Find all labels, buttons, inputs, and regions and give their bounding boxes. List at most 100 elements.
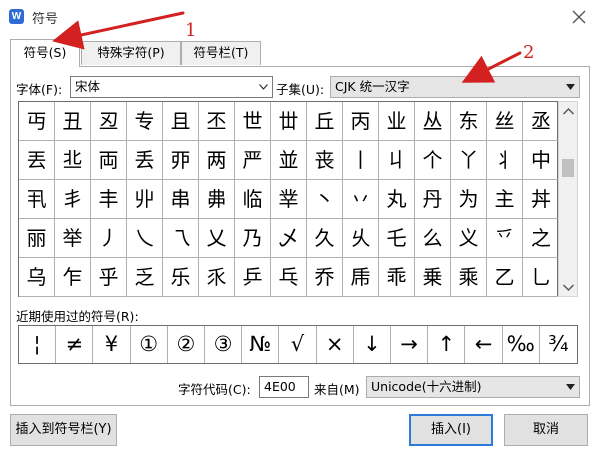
recent-symbol-cell[interactable]: ↑: [428, 326, 466, 363]
symbol-cell[interactable]: 丙: [343, 102, 379, 141]
tab-special-chars[interactable]: 特殊字符(P): [81, 41, 181, 65]
scrollbar-thumb[interactable]: [562, 159, 574, 177]
symbol-cell[interactable]: 丿: [91, 219, 127, 258]
symbol-cell[interactable]: 为: [451, 180, 487, 219]
symbol-cell[interactable]: 丯: [55, 180, 91, 219]
symbol-cell[interactable]: 乁: [163, 219, 199, 258]
scroll-down-icon[interactable]: [563, 284, 574, 291]
recent-symbol-cell[interactable]: №: [242, 326, 280, 363]
symbol-cell[interactable]: 丢: [127, 141, 163, 180]
symbol-cell[interactable]: 丱: [127, 180, 163, 219]
tab-symbol-bar[interactable]: 符号栏(T): [181, 41, 261, 65]
symbol-cell[interactable]: 乆: [343, 219, 379, 258]
recent-symbol-cell[interactable]: ≠: [56, 326, 94, 363]
close-button[interactable]: [568, 6, 590, 28]
symbol-cell[interactable]: 丸: [379, 180, 415, 219]
symbol-cell[interactable]: 丠: [55, 141, 91, 180]
symbol-cell[interactable]: 义: [451, 219, 487, 258]
symbol-cell[interactable]: 乏: [127, 258, 163, 297]
symbol-cell[interactable]: 丞: [523, 102, 559, 141]
recent-symbol-cell[interactable]: ¾: [540, 326, 577, 363]
symbol-cell[interactable]: 丶: [307, 180, 343, 219]
symbol-cell[interactable]: 乖: [379, 258, 415, 297]
recent-symbol-cell[interactable]: ②: [168, 326, 205, 363]
symbol-cell[interactable]: 业: [379, 102, 415, 141]
symbol-cell[interactable]: 乇: [379, 219, 415, 258]
symbol-cell[interactable]: 丛: [415, 102, 451, 141]
symbol-cell[interactable]: 乘: [451, 258, 487, 297]
symbol-cell[interactable]: 乓: [271, 258, 307, 297]
symbol-cell[interactable]: 丮: [19, 180, 55, 219]
font-select[interactable]: 宋体: [70, 76, 273, 98]
symbol-cell[interactable]: 乎: [91, 258, 127, 297]
symbol-cell[interactable]: 丝: [487, 102, 523, 141]
recent-symbol-cell[interactable]: √: [279, 326, 317, 363]
symbol-cell[interactable]: 丼: [523, 180, 559, 219]
symbol-cell[interactable]: 丟: [19, 141, 55, 180]
recent-symbol-cell[interactable]: ¥: [93, 326, 131, 363]
symbol-cell[interactable]: 丕: [199, 102, 235, 141]
symbol-cell[interactable]: 丽: [19, 219, 55, 258]
symbol-cell[interactable]: 乔: [307, 258, 343, 297]
tab-symbol[interactable]: 符号(S): [10, 39, 80, 67]
recent-symbol-cell[interactable]: ↓: [354, 326, 391, 363]
symbol-cell[interactable]: 乚: [523, 258, 559, 297]
symbol-cell[interactable]: 丒: [91, 102, 127, 141]
recent-symbol-cell[interactable]: ←: [465, 326, 503, 363]
symbol-cell[interactable]: 丗: [271, 102, 307, 141]
symbol-cell[interactable]: 乀: [127, 219, 163, 258]
symbol-cell[interactable]: 之: [523, 219, 559, 258]
symbol-cell[interactable]: 串: [163, 180, 199, 219]
symbol-cell[interactable]: 丘: [307, 102, 343, 141]
symbol-cell[interactable]: 乙: [487, 258, 523, 297]
symbol-cell[interactable]: 中: [523, 141, 559, 180]
recent-symbol-cell[interactable]: →: [391, 326, 429, 363]
cancel-button[interactable]: 取消: [504, 414, 588, 446]
insert-button[interactable]: 插入(I): [409, 414, 493, 446]
symbol-cell[interactable]: 乌: [19, 258, 55, 297]
symbol-cell[interactable]: 两: [199, 141, 235, 180]
symbol-cell[interactable]: 丧: [307, 141, 343, 180]
recent-symbol-cell[interactable]: ¦: [19, 326, 57, 363]
recent-symbol-cell[interactable]: ‰: [503, 326, 540, 363]
symbol-cell[interactable]: 举: [55, 219, 91, 258]
symbol-cell[interactable]: 且: [163, 102, 199, 141]
symbol-cell[interactable]: 乕: [343, 258, 379, 297]
symbol-cell[interactable]: 丑: [55, 102, 91, 141]
subset-select[interactable]: CJK 统一汉字: [330, 76, 580, 98]
symbol-cell[interactable]: 严: [235, 141, 271, 180]
symbol-cell[interactable]: 丫: [451, 141, 487, 180]
from-select[interactable]: Unicode(十六进制): [366, 376, 580, 398]
symbol-cell[interactable]: 丵: [271, 180, 307, 219]
symbol-cell[interactable]: 丏: [19, 102, 55, 141]
recent-symbol-cell[interactable]: ×: [317, 326, 354, 363]
symbol-cell[interactable]: 両: [91, 141, 127, 180]
symbol-cell[interactable]: 並: [271, 141, 307, 180]
symbol-cell[interactable]: 乂: [199, 219, 235, 258]
symbol-cell[interactable]: 丬: [487, 141, 523, 180]
symbol-cell[interactable]: 丰: [91, 180, 127, 219]
symbol-cell[interactable]: 丨: [343, 141, 379, 180]
symbol-cell[interactable]: 乐: [163, 258, 199, 297]
symbol-cell[interactable]: 乄: [271, 219, 307, 258]
symbol-cell[interactable]: 专: [127, 102, 163, 141]
symbol-cell[interactable]: 么: [415, 219, 451, 258]
symbol-cell[interactable]: 个: [415, 141, 451, 180]
symbol-grid-scrollbar[interactable]: [558, 101, 578, 297]
recent-symbol-cell[interactable]: ①: [131, 326, 168, 363]
symbol-cell[interactable]: 乒: [235, 258, 271, 297]
symbol-cell[interactable]: 乍: [55, 258, 91, 297]
scroll-up-icon[interactable]: [563, 108, 574, 115]
insert-to-symbol-bar-button[interactable]: 插入到符号栏(Y): [10, 414, 117, 446]
symbol-cell[interactable]: 久: [307, 219, 343, 258]
char-code-input[interactable]: 4E00: [259, 376, 309, 398]
symbol-cell[interactable]: 丩: [379, 141, 415, 180]
symbol-cell[interactable]: 东: [451, 102, 487, 141]
symbol-cell[interactable]: 临: [235, 180, 271, 219]
symbol-cell[interactable]: 丷: [343, 180, 379, 219]
recent-symbol-cell[interactable]: ③: [205, 326, 243, 363]
symbol-cell[interactable]: 丣: [163, 141, 199, 180]
symbol-cell[interactable]: 丹: [415, 180, 451, 219]
symbol-cell[interactable]: 乊: [487, 219, 523, 258]
symbol-cell[interactable]: 乑: [199, 258, 235, 297]
